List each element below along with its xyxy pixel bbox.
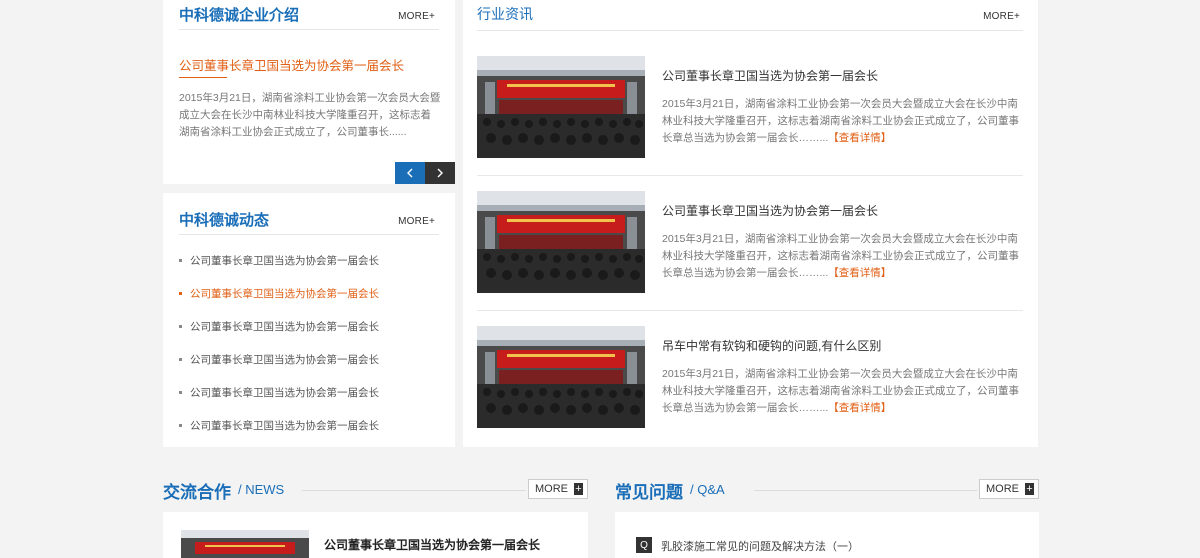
bullet-icon <box>179 424 182 427</box>
news-header-rule <box>179 234 439 235</box>
industry-item[interactable]: 吊车中常有软钩和硬钩的问题,有什么区别 2015年3月21日，湖南省涂料工业协会… <box>477 326 1023 428</box>
bullet-icon <box>179 358 182 361</box>
faq-title: 常见问题 <box>615 483 683 502</box>
industry-item-title[interactable]: 吊车中常有软钩和硬钩的问题,有什么区别 <box>662 337 881 354</box>
next-button[interactable] <box>425 162 455 184</box>
faq-panel: Q 乳胶漆施工常见的问题及解决方法（一） <box>615 512 1039 558</box>
divider <box>477 175 1023 176</box>
industry-item-title[interactable]: 公司董事长章卫国当选为协会第一届会长 <box>662 67 878 84</box>
intro-body: 2015年3月21日，湖南省涂料工业协会第一次会员大会暨成立大会在长沙中南林业科… <box>179 92 441 138</box>
industry-item-body: 2015年3月21日，湖南省涂料工业协会第一次会员大会暨成立大会在长沙中南林业科… <box>662 368 1019 414</box>
cooperation-subtitle: / NEWS <box>238 482 285 497</box>
view-detail-link[interactable]: 【查看详情】 <box>828 402 891 414</box>
list-item[interactable]: 公司董事长章卫国当选为协会第一届会长 <box>179 343 379 376</box>
list-item[interactable]: 公司董事长章卫国当选为协会第一届会长 <box>179 277 379 310</box>
news-thumbnail <box>181 530 309 558</box>
news-thumbnail <box>477 191 645 293</box>
cooperation-more-label: MORE <box>535 483 568 495</box>
cooperation-more-button[interactable]: MORE + <box>528 479 588 499</box>
news-list: 公司董事长章卫国当选为协会第一届会长 公司董事长章卫国当选为协会第一届会长 公司… <box>179 244 379 442</box>
industry-panel: 行业资讯 MORE+ 公司董事长章卫国当选为协会第一届会长 2015年3月21日… <box>463 0 1038 447</box>
industry-item-body: 2015年3月21日，湖南省涂料工业协会第一次会员大会暨成立大会在长沙中南林业科… <box>662 233 1019 279</box>
faq-more-button[interactable]: MORE + <box>979 479 1039 499</box>
industry-item-body: 2015年3月21日，湖南省涂料工业协会第一次会员大会暨成立大会在长沙中南林业科… <box>662 98 1019 144</box>
bullet-icon <box>179 391 182 394</box>
intro-headline-underline <box>179 77 227 78</box>
industry-more-link[interactable]: MORE+ <box>983 11 1020 22</box>
bullet-icon <box>179 292 182 295</box>
news-more-link[interactable]: MORE+ <box>398 216 435 227</box>
industry-header-rule <box>477 30 1023 31</box>
view-detail-link[interactable]: 【查看详情】 <box>828 132 891 144</box>
intro-panel: 中科德诚企业介绍 MORE+ 公司董事长章卫国当选为协会第一届会长 2015年3… <box>163 0 455 184</box>
cooperation-rule <box>302 490 526 491</box>
bullet-icon <box>179 259 182 262</box>
faq-more-label: MORE <box>986 483 1019 495</box>
faq-item-title[interactable]: 乳胶漆施工常见的问题及解决方法（一） <box>661 538 859 554</box>
intro-title: 中科德诚企业介绍 <box>179 7 300 24</box>
intro-header-rule <box>179 29 439 30</box>
cooperation-title: 交流合作 <box>163 483 231 502</box>
list-item[interactable]: 公司董事长章卫国当选为协会第一届会长 <box>179 409 379 442</box>
question-icon: Q <box>636 537 652 553</box>
chevron-left-icon <box>407 168 413 178</box>
industry-item[interactable]: 公司董事长章卫国当选为协会第一届会长 2015年3月21日，湖南省涂料工业协会第… <box>477 56 1023 158</box>
industry-item-title[interactable]: 公司董事长章卫国当选为协会第一届会长 <box>662 202 878 219</box>
news-thumbnail <box>477 326 645 428</box>
prev-button[interactable] <box>395 162 425 184</box>
list-item[interactable]: 公司董事长章卫国当选为协会第一届会长 <box>179 310 379 343</box>
news-title: 中科德诚动态 <box>179 212 270 229</box>
view-detail-link[interactable]: 【查看详情】 <box>828 267 891 279</box>
faq-rule <box>754 490 977 491</box>
plus-icon: + <box>1025 483 1034 495</box>
intro-more-link[interactable]: MORE+ <box>398 11 435 22</box>
industry-title: 行业资讯 <box>477 6 533 22</box>
list-item[interactable]: 公司董事长章卫国当选为协会第一届会长 <box>179 244 379 277</box>
chevron-right-icon <box>437 168 443 178</box>
list-item[interactable]: 公司董事长章卫国当选为协会第一届会长 <box>179 376 379 409</box>
faq-subtitle: / Q&A <box>690 482 725 497</box>
plus-icon: + <box>574 483 583 495</box>
intro-headline[interactable]: 公司董事长章卫国当选为协会第一届会长 <box>179 55 404 74</box>
bullet-icon <box>179 325 182 328</box>
news-thumbnail <box>477 56 645 158</box>
divider <box>477 310 1023 311</box>
industry-item[interactable]: 公司董事长章卫国当选为协会第一届会长 2015年3月21日，湖南省涂料工业协会第… <box>477 191 1023 293</box>
cooperation-item-title[interactable]: 公司董事长章卫国当选为协会第一届会长 <box>324 536 540 553</box>
cooperation-panel: 公司董事长章卫国当选为协会第一届会长 <box>163 512 588 558</box>
